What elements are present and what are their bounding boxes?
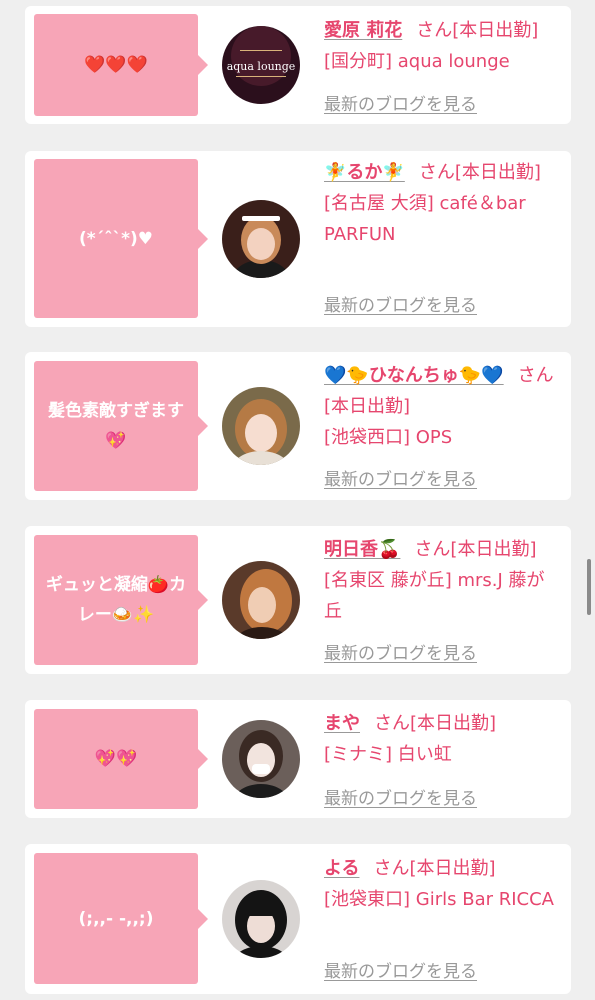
user-name-link[interactable]: まや <box>324 713 360 734</box>
shop-text: [国分町] aqua lounge <box>324 51 510 72</box>
status-text: さん[本日出勤] <box>414 539 537 560</box>
entry-info: 🧚るか🧚 さん[本日出勤] [名古屋 大須] café＆bar PARFUN <box>324 157 560 250</box>
avatar-logo-text: aqua lounge <box>227 60 296 73</box>
avatar[interactable] <box>222 880 300 958</box>
status-text: さん[本日出勤] <box>373 858 496 879</box>
user-name-link[interactable]: 明日香🍒 <box>324 539 400 560</box>
status-text: さん[本日出勤] <box>418 162 541 183</box>
blog-comment-list: ❤️❤️❤️ aqua lounge 愛原 莉花 さん[本日出勤] [国分町] a… <box>0 0 595 1000</box>
list-item: (;,,- -,,;) よる さん[本日出勤] [池袋東口] Girls Bar … <box>25 844 571 994</box>
avatar[interactable] <box>222 561 300 639</box>
list-item: 💖💖 まや さん[本日出勤] [ミナミ] 白い虹 最新のブログを見る <box>25 700 571 818</box>
shop-text: [池袋西口] OPS <box>324 427 453 448</box>
blog-link[interactable]: 最新のブログを見る <box>324 90 477 115</box>
comment-bubble: (*´ˆ`*)♥ <box>34 159 208 318</box>
blog-link[interactable]: 最新のブログを見る <box>324 291 477 316</box>
status-text: さん[本日出勤] <box>416 20 539 41</box>
shop-text: [名古屋 大須] café＆bar PARFUN <box>324 193 526 245</box>
list-item: ギュッと凝縮🍅カレー🍛✨ 明日香🍒 さん[本日出勤] [名東区 藤が丘] mrs.… <box>25 526 571 674</box>
blog-link[interactable]: 最新のブログを見る <box>324 957 477 982</box>
comment-bubble: ギュッと凝縮🍅カレー🍛✨ <box>34 535 208 665</box>
comment-bubble: (;,,- -,,;) <box>34 853 208 984</box>
avatar[interactable] <box>222 387 300 465</box>
avatar[interactable]: aqua lounge <box>222 26 300 104</box>
entry-info: 愛原 莉花 さん[本日出勤] [国分町] aqua lounge <box>324 15 560 77</box>
entry-info: よる さん[本日出勤] [池袋東口] Girls Bar RICCA <box>324 853 560 915</box>
list-item: (*´ˆ`*)♥ 🧚るか🧚 さん[本日出勤] [名古屋 大須] café＆bar … <box>25 151 571 327</box>
user-name-link[interactable]: 💙🐤ひなんちゅ🐤💙 <box>324 365 504 386</box>
entry-info: まや さん[本日出勤] [ミナミ] 白い虹 <box>324 708 560 770</box>
comment-bubble: 髪色素敵すぎます💖 <box>34 361 208 491</box>
avatar[interactable] <box>222 720 300 798</box>
entry-info: 💙🐤ひなんちゅ🐤💙 さん[本日出勤] [池袋西口] OPS <box>324 360 560 453</box>
list-item: 髪色素敵すぎます💖 💙🐤ひなんちゅ🐤💙 さん[本日出勤] [池袋西口] OPS 最… <box>25 352 571 500</box>
shop-text: [ミナミ] 白い虹 <box>324 744 452 765</box>
comment-bubble: 💖💖 <box>34 709 208 809</box>
comment-bubble: ❤️❤️❤️ <box>34 14 208 116</box>
user-name-link[interactable]: 愛原 莉花 <box>324 20 402 41</box>
avatar[interactable] <box>222 200 300 278</box>
blog-link[interactable]: 最新のブログを見る <box>324 784 477 809</box>
entry-info: 明日香🍒 さん[本日出勤] [名東区 藤が丘] mrs.J 藤が丘 <box>324 534 560 627</box>
list-item: ❤️❤️❤️ aqua lounge 愛原 莉花 さん[本日出勤] [国分町] a… <box>25 6 571 124</box>
scrollbar[interactable] <box>587 559 591 615</box>
user-name-link[interactable]: よる <box>324 858 359 879</box>
shop-text: [名東区 藤が丘] mrs.J 藤が丘 <box>324 570 545 622</box>
blog-link[interactable]: 最新のブログを見る <box>324 465 477 490</box>
user-name-link[interactable]: 🧚るか🧚 <box>324 162 405 183</box>
status-text: さん[本日出勤] <box>374 713 497 734</box>
shop-text: [池袋東口] Girls Bar RICCA <box>324 889 554 910</box>
blog-link[interactable]: 最新のブログを見る <box>324 639 477 664</box>
